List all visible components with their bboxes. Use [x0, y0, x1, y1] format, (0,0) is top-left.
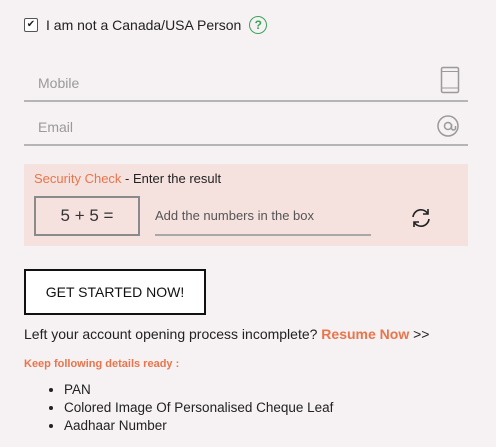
security-check-label: Security Check	[34, 171, 122, 186]
list-item: PAN	[64, 382, 333, 398]
resume-now-link[interactable]: Resume Now	[321, 326, 409, 342]
list-item: Aadhaar Number	[64, 418, 333, 434]
security-check-panel: Security Check - Enter the result 5 + 5 …	[24, 164, 468, 246]
email-placeholder: Email	[38, 119, 74, 135]
security-check-instruction: - Enter the result	[121, 171, 222, 186]
mobile-placeholder: Mobile	[38, 75, 80, 91]
email-field[interactable]: Email	[24, 110, 468, 146]
not-us-person-checkbox[interactable]: ✔	[24, 18, 38, 32]
captcha-answer-placeholder: Add the numbers in the box	[155, 208, 314, 223]
resume-prefix: Left your account opening process incomp…	[24, 326, 322, 342]
security-check-title: Security Check - Enter the result	[34, 171, 221, 186]
mobile-phone-icon	[440, 66, 460, 99]
at-sign-icon	[436, 114, 460, 143]
not-us-person-row: ✔ I am not a Canada/USA Person ?	[24, 16, 268, 34]
details-list: PAN Colored Image Of Personalised Cheque…	[24, 382, 333, 436]
help-icon[interactable]: ?	[249, 16, 268, 34]
keep-details-title: Keep following details ready :	[24, 358, 180, 370]
checkmark-icon: ✔	[26, 19, 36, 30]
resume-suffix: >>	[409, 326, 430, 342]
mobile-field[interactable]: Mobile	[24, 66, 468, 102]
list-item: Colored Image Of Personalised Cheque Lea…	[64, 400, 333, 416]
refresh-icon[interactable]	[409, 206, 433, 235]
resume-line: Left your account opening process incomp…	[24, 326, 429, 342]
captcha-answer-input[interactable]: Add the numbers in the box	[155, 198, 371, 236]
not-us-person-label[interactable]: I am not a Canada/USA Person	[46, 17, 241, 33]
get-started-button[interactable]: GET STARTED NOW!	[24, 269, 206, 315]
captcha-question: 5 + 5 =	[34, 196, 140, 236]
